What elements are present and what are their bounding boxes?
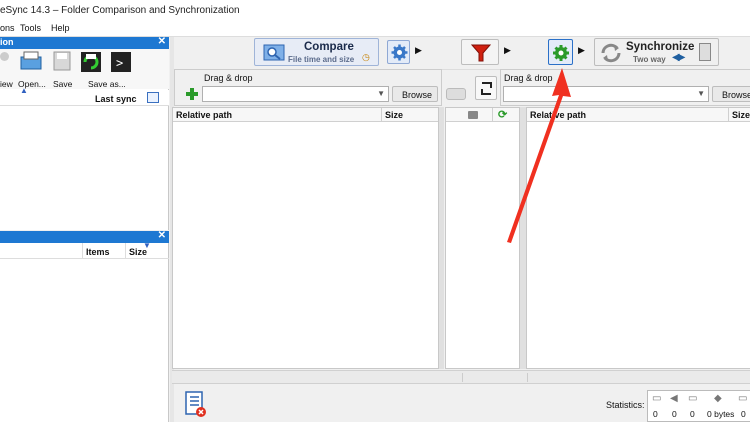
annotation-arrow	[507, 68, 571, 243]
